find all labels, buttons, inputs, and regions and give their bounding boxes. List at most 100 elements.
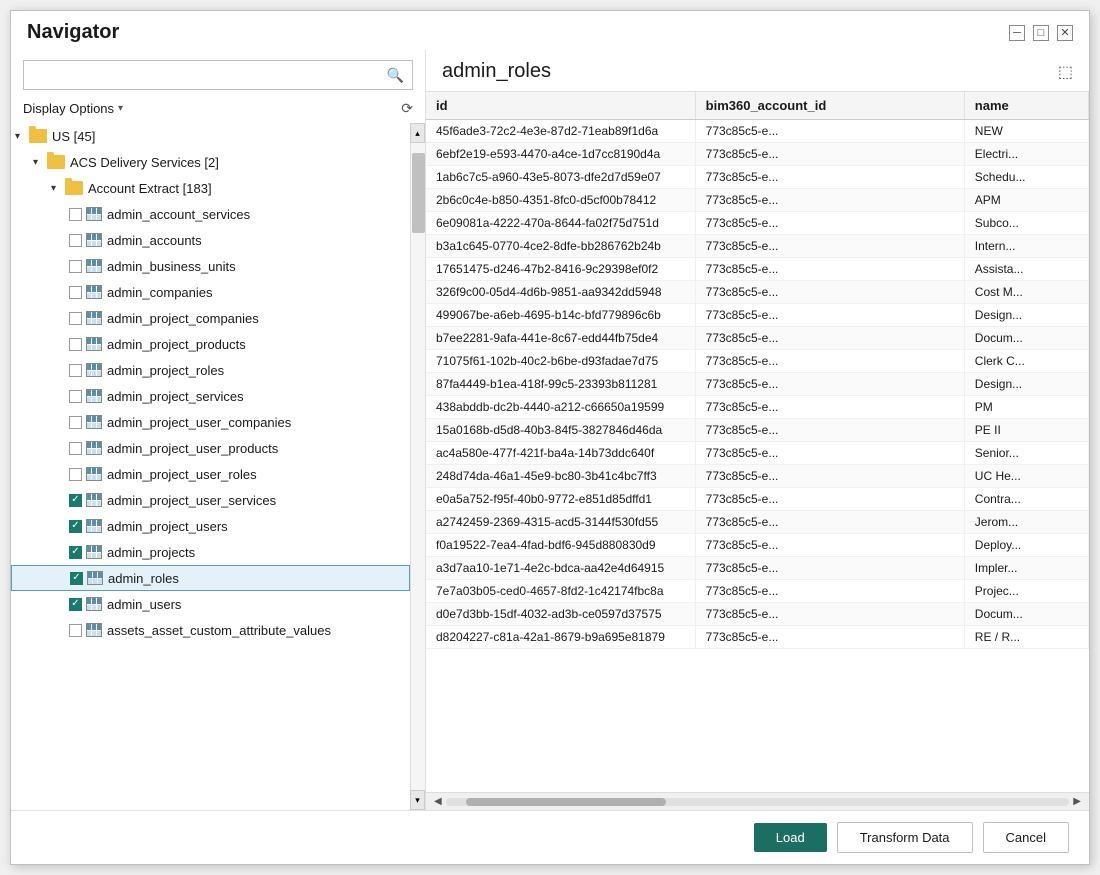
checkbox[interactable] (69, 520, 82, 533)
checkbox[interactable] (69, 260, 82, 273)
search-input[interactable] (32, 68, 387, 83)
scroll-right-arrow[interactable]: ▶ (1069, 794, 1085, 809)
checkbox[interactable] (69, 312, 82, 325)
expand-acs-icon: ▾ (33, 157, 47, 168)
checkbox[interactable] (69, 624, 82, 637)
table-row[interactable]: 87fa4449-b1ea-418f-99c5-23393b811281773c… (426, 373, 1089, 396)
table-icon (86, 493, 102, 507)
close-button[interactable]: ✕ (1057, 25, 1073, 41)
checkbox[interactable] (69, 286, 82, 299)
table-row[interactable]: 7e7a03b05-ced0-4657-8fd2-1c42174fbc8a773… (426, 580, 1089, 603)
chevron-down-icon: ▾ (118, 103, 123, 114)
data-table: id bim360_account_id name 45f6ade3-72c2-… (426, 92, 1089, 649)
table-row[interactable]: a3d7aa10-1e71-4e2c-bdca-aa42e4d64915773c… (426, 557, 1089, 580)
checkbox[interactable] (69, 442, 82, 455)
table-row[interactable]: d8204227-c81a-42a1-8679-b9a695e81879773c… (426, 626, 1089, 649)
refresh-icon[interactable]: ⟳ (401, 100, 413, 117)
table-row[interactable]: 71075f61-102b-40c2-b6be-d93fadae7d75773c… (426, 350, 1089, 373)
display-options-button[interactable]: Display Options ▾ (23, 101, 123, 116)
cell-name: Schedu... (964, 166, 1088, 189)
checkbox[interactable] (70, 572, 83, 585)
list-item[interactable]: admin_project_user_companies (11, 409, 410, 435)
tree-items-container: admin_account_servicesadmin_accountsadmi… (11, 201, 410, 643)
list-item[interactable]: admin_project_user_products (11, 435, 410, 461)
transform-data-button[interactable]: Transform Data (837, 822, 973, 853)
list-item[interactable]: admin_project_services (11, 383, 410, 409)
table-row[interactable]: b3a1c645-0770-4ce2-8dfe-bb286762b24b773c… (426, 235, 1089, 258)
maximize-button[interactable]: □ (1033, 25, 1049, 41)
table-row[interactable]: 15a0168b-d5d8-40b3-84f5-3827846d46da773c… (426, 419, 1089, 442)
tree-item-label: admin_users (107, 597, 181, 612)
table-options-icon[interactable]: ⬚ (1058, 62, 1073, 82)
list-item[interactable]: admin_project_user_roles (11, 461, 410, 487)
table-row[interactable]: 438abddb-dc2b-4440-a212-c66650a19599773c… (426, 396, 1089, 419)
minimize-button[interactable]: ─ (1009, 25, 1025, 41)
tree-container[interactable]: ▴ ▾ US [45] ▾ ACS Delivery Services [2] (11, 123, 425, 810)
table-row[interactable]: f0a19522-7ea4-4fad-bdf6-945d880830d9773c… (426, 534, 1089, 557)
tree-item-acs[interactable]: ▾ ACS Delivery Services [2] (11, 149, 410, 175)
checkbox[interactable] (69, 494, 82, 507)
checkbox[interactable] (69, 234, 82, 247)
cell-name: Assista... (964, 258, 1088, 281)
table-row[interactable]: 326f9c00-05d4-4d6b-9851-aa9342dd5948773c… (426, 281, 1089, 304)
checkbox[interactable] (69, 598, 82, 611)
data-table-wrapper[interactable]: id bim360_account_id name 45f6ade3-72c2-… (426, 92, 1089, 792)
table-icon (86, 519, 102, 533)
cell-id: a3d7aa10-1e71-4e2c-bdca-aa42e4d64915 (426, 557, 695, 580)
list-item[interactable]: assets_asset_custom_attribute_values (11, 617, 410, 643)
cell-bim360-account-id: 773c85c5-e... (695, 143, 964, 166)
load-button[interactable]: Load (754, 823, 827, 852)
checkbox[interactable] (69, 338, 82, 351)
list-item[interactable]: admin_roles (11, 565, 410, 591)
scroll-up-button[interactable]: ▴ (410, 123, 425, 143)
cell-id: d8204227-c81a-42a1-8679-b9a695e81879 (426, 626, 695, 649)
list-item[interactable]: admin_project_products (11, 331, 410, 357)
cancel-button[interactable]: Cancel (983, 822, 1069, 853)
scroll-left-arrow[interactable]: ◀ (430, 794, 446, 809)
table-row[interactable]: ac4a580e-477f-421f-ba4a-14b73ddc640f773c… (426, 442, 1089, 465)
list-item[interactable]: admin_project_users (11, 513, 410, 539)
table-row[interactable]: 45f6ade3-72c2-4e3e-87d2-71eab89f1d6a773c… (426, 120, 1089, 143)
table-row[interactable]: 6ebf2e19-e593-4470-a4ce-1d7cc8190d4a773c… (426, 143, 1089, 166)
checkbox[interactable] (69, 546, 82, 559)
list-item[interactable]: admin_projects (11, 539, 410, 565)
tree-item-account-extract[interactable]: ▾ Account Extract [183] (11, 175, 410, 201)
table-row[interactable]: 248d74da-46a1-45e9-bc80-3b41c4bc7ff3773c… (426, 465, 1089, 488)
table-row[interactable]: a2742459-2369-4315-acd5-3144f530fd55773c… (426, 511, 1089, 534)
vertical-scrollbar[interactable] (410, 143, 425, 790)
list-item[interactable]: admin_companies (11, 279, 410, 305)
cell-bim360-account-id: 773c85c5-e... (695, 580, 964, 603)
bottom-bar: Load Transform Data Cancel (11, 810, 1089, 864)
search-icon[interactable]: 🔍 (387, 67, 404, 84)
list-item[interactable]: admin_users (11, 591, 410, 617)
table-row[interactable]: 499067be-a6eb-4695-b14c-bfd779896c6b773c… (426, 304, 1089, 327)
table-row[interactable]: 1ab6c7c5-a960-43e5-8073-dfe2d7d59e07773c… (426, 166, 1089, 189)
tree-item-us[interactable]: ▾ US [45] (11, 123, 410, 149)
table-row[interactable]: e0a5a752-f95f-40b0-9772-e851d85dffd1773c… (426, 488, 1089, 511)
horizontal-scrollbar[interactable]: ◀ ▶ (426, 792, 1089, 810)
checkbox[interactable] (69, 416, 82, 429)
table-row[interactable]: 6e09081a-4222-470a-8644-fa02f75d751d773c… (426, 212, 1089, 235)
tree-label-acs: ACS Delivery Services [2] (70, 155, 219, 170)
list-item[interactable]: admin_project_roles (11, 357, 410, 383)
list-item[interactable]: admin_account_services (11, 201, 410, 227)
table-row[interactable]: b7ee2281-9afa-441e-8c67-edd44fb75de4773c… (426, 327, 1089, 350)
checkbox[interactable] (69, 208, 82, 221)
list-item[interactable]: admin_project_companies (11, 305, 410, 331)
table-row[interactable]: d0e7d3bb-15df-4032-ad3b-ce0597d37575773c… (426, 603, 1089, 626)
list-item[interactable]: admin_business_units (11, 253, 410, 279)
table-row[interactable]: 2b6c0c4e-b850-4351-8fc0-d5cf00b78412773c… (426, 189, 1089, 212)
search-bar: 🔍 (23, 60, 413, 90)
col-header-bim: bim360_account_id (695, 92, 964, 120)
list-item[interactable]: admin_project_user_services (11, 487, 410, 513)
checkbox[interactable] (69, 468, 82, 481)
table-row[interactable]: 17651475-d246-47b2-8416-9c29398ef0f2773c… (426, 258, 1089, 281)
list-item[interactable]: admin_accounts (11, 227, 410, 253)
checkbox[interactable] (69, 364, 82, 377)
checkbox[interactable] (69, 390, 82, 403)
content-area: 🔍 Display Options ▾ ⟳ ▴ ▾ (11, 50, 1089, 810)
scroll-down-button[interactable]: ▾ (410, 790, 425, 810)
tree-item-label: admin_project_users (107, 519, 228, 534)
scroll-thumb (466, 798, 666, 806)
cell-bim360-account-id: 773c85c5-e... (695, 442, 964, 465)
